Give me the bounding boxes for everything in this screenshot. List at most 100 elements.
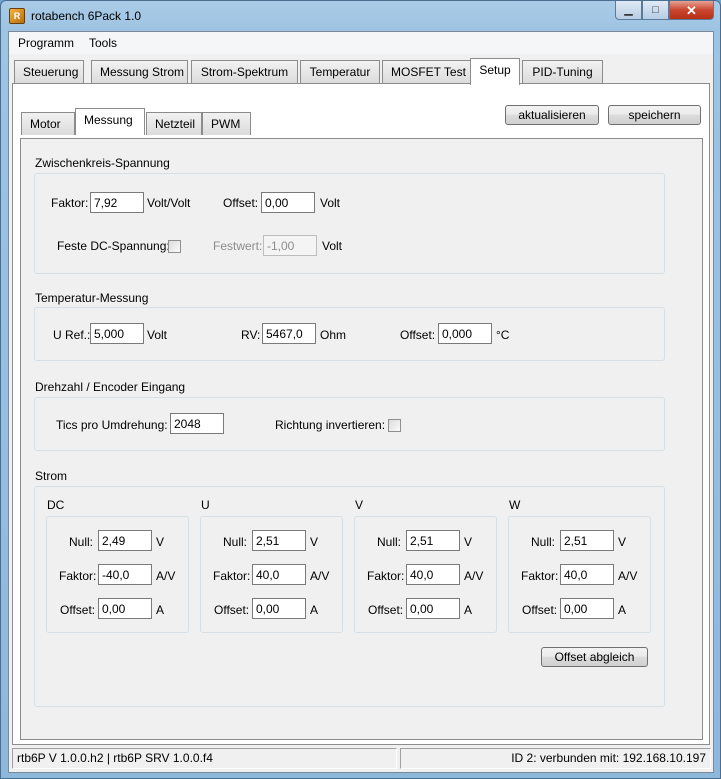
minimize-button[interactable]: ▁ bbox=[615, 1, 642, 20]
uref-unit: Volt bbox=[147, 328, 168, 342]
menu-tools[interactable]: Tools bbox=[89, 36, 117, 50]
status-connection: ID 2: verbunden mit: 192.168.10.197 bbox=[400, 748, 711, 769]
uref-input[interactable] bbox=[90, 323, 144, 344]
null-label: Null: bbox=[69, 535, 94, 549]
menu-programm[interactable]: Programm bbox=[18, 36, 74, 50]
drehzahl-group: Tics pro Umdrehung: Richtung invertieren… bbox=[34, 397, 665, 451]
null-label: Null: bbox=[377, 535, 402, 549]
null-unit: V bbox=[310, 535, 319, 549]
subtab-messung[interactable]: Messung bbox=[75, 108, 145, 135]
channel-dc-group: Null: V Faktor: A/V Offset: A bbox=[46, 516, 189, 633]
offset-unit: A bbox=[618, 603, 627, 617]
zk-faktor-input[interactable] bbox=[90, 192, 144, 213]
u-offset-input[interactable] bbox=[252, 598, 306, 619]
u-null-input[interactable] bbox=[252, 530, 306, 551]
invert-checkbox[interactable] bbox=[388, 419, 401, 432]
invert-label: Richtung invertieren: bbox=[275, 418, 386, 432]
null-unit: V bbox=[464, 535, 473, 549]
w-faktor-input[interactable] bbox=[560, 564, 614, 585]
temp-offset-input[interactable] bbox=[438, 323, 492, 344]
feste-dc-checkbox[interactable] bbox=[168, 240, 181, 253]
tab-strom-spektrum[interactable]: Strom-Spektrum bbox=[191, 60, 298, 83]
festwert-unit: Volt bbox=[322, 239, 343, 253]
faktor-unit: Volt/Volt bbox=[147, 196, 191, 210]
zk-offset-input[interactable] bbox=[261, 192, 315, 213]
festwert-input[interactable] bbox=[263, 235, 317, 256]
faktor-unit: A/V bbox=[618, 569, 638, 583]
app-window: R rotabench 6Pack 1.0 ▁ □ ✕ Programm Too… bbox=[0, 0, 721, 779]
faktor-unit: A/V bbox=[464, 569, 484, 583]
title-bar[interactable]: R rotabench 6Pack 1.0 ▁ □ ✕ bbox=[1, 1, 720, 31]
offset-unit: A bbox=[464, 603, 473, 617]
null-label: Null: bbox=[531, 535, 556, 549]
close-icon: ✕ bbox=[686, 2, 697, 18]
tab-steuerung[interactable]: Steuerung bbox=[14, 60, 84, 83]
window-title: rotabench 6Pack 1.0 bbox=[31, 9, 142, 23]
tab-mosfet-test[interactable]: MOSFET Test bbox=[382, 60, 473, 83]
channel-w-group: Null: V Faktor: A/V Offset: A bbox=[508, 516, 651, 633]
channel-v-group: Null: V Faktor: A/V Offset: A bbox=[354, 516, 497, 633]
null-label: Null: bbox=[223, 535, 248, 549]
setup-panel: Motor Messung Netzteil PWM aktualisieren… bbox=[12, 83, 710, 745]
channel-w-label: W bbox=[509, 498, 521, 512]
client-area: Programm Tools Steuerung Messung Strom S… bbox=[8, 31, 714, 773]
v-null-input[interactable] bbox=[406, 530, 460, 551]
group-title-strom: Strom bbox=[35, 469, 68, 483]
temp-offset-label: Offset: bbox=[400, 328, 436, 342]
temp-offset-unit: °C bbox=[496, 328, 510, 342]
faktor-unit: A/V bbox=[156, 569, 176, 583]
status-version: rtb6P V 1.0.0.h2 | rtb6P SRV 1.0.0.f4 bbox=[12, 748, 397, 769]
group-title-temperatur: Temperatur-Messung bbox=[35, 291, 149, 305]
offset-label: Offset: bbox=[368, 603, 404, 617]
rv-label: RV: bbox=[241, 328, 261, 342]
strom-group: DC Null: V Faktor: A/V Offset: A U bbox=[34, 486, 665, 707]
faktor-label: Faktor: bbox=[367, 569, 405, 583]
zwischenkreis-group: Faktor: Volt/Volt Offset: Volt Feste DC-… bbox=[34, 173, 665, 274]
minimize-icon: ▁ bbox=[624, 3, 633, 16]
offset-label: Offset: bbox=[223, 196, 259, 210]
festwert-label: Festwert: bbox=[213, 239, 263, 253]
subtab-netzteil[interactable]: Netzteil bbox=[146, 112, 202, 135]
maximize-button[interactable]: □ bbox=[642, 1, 669, 20]
offset-label: Offset: bbox=[522, 603, 558, 617]
tab-temperatur[interactable]: Temperatur bbox=[300, 60, 380, 83]
offset-label: Offset: bbox=[60, 603, 96, 617]
u-faktor-input[interactable] bbox=[252, 564, 306, 585]
maximize-icon: □ bbox=[652, 3, 659, 16]
rv-input[interactable] bbox=[262, 323, 316, 344]
tab-pid-tuning[interactable]: PID-Tuning bbox=[522, 60, 603, 83]
w-offset-input[interactable] bbox=[560, 598, 614, 619]
offset-label: Offset: bbox=[214, 603, 250, 617]
dc-faktor-input[interactable] bbox=[98, 564, 152, 585]
w-null-input[interactable] bbox=[560, 530, 614, 551]
offset-adjust-button[interactable]: Offset abgleich bbox=[541, 647, 648, 667]
subtab-pwm[interactable]: PWM bbox=[202, 112, 251, 135]
tab-messung-strom[interactable]: Messung Strom bbox=[91, 60, 188, 83]
uref-label: U Ref.: bbox=[53, 328, 91, 342]
tics-input[interactable] bbox=[170, 413, 224, 434]
subtab-motor[interactable]: Motor bbox=[21, 112, 75, 135]
dc-null-input[interactable] bbox=[98, 530, 152, 551]
status-bar: rtb6P V 1.0.0.h2 | rtb6P SRV 1.0.0.f4 ID… bbox=[9, 745, 713, 772]
app-icon[interactable]: R bbox=[9, 8, 25, 24]
messung-panel: Zwischenkreis-Spannung Faktor: Volt/Volt… bbox=[20, 138, 703, 740]
channel-dc-label: DC bbox=[47, 498, 65, 512]
v-offset-input[interactable] bbox=[406, 598, 460, 619]
faktor-label: Faktor: bbox=[213, 569, 251, 583]
close-button[interactable]: ✕ bbox=[669, 1, 714, 20]
save-button[interactable]: speichern bbox=[608, 105, 701, 125]
group-title-drehzahl: Drehzahl / Encoder Eingang bbox=[35, 380, 186, 394]
group-title-zwischenkreis: Zwischenkreis-Spannung bbox=[35, 156, 170, 170]
refresh-button[interactable]: aktualisieren bbox=[505, 105, 599, 125]
tics-label: Tics pro Umdrehung: bbox=[56, 418, 168, 432]
null-unit: V bbox=[618, 535, 627, 549]
v-faktor-input[interactable] bbox=[406, 564, 460, 585]
channel-v-label: V bbox=[355, 498, 364, 512]
offset-unit: A bbox=[156, 603, 165, 617]
dc-offset-input[interactable] bbox=[98, 598, 152, 619]
rv-unit: Ohm bbox=[320, 328, 347, 342]
faktor-label: Faktor: bbox=[59, 569, 97, 583]
tab-setup[interactable]: Setup bbox=[470, 58, 520, 85]
faktor-unit: A/V bbox=[310, 569, 330, 583]
menu-bar: Programm Tools bbox=[9, 32, 713, 54]
